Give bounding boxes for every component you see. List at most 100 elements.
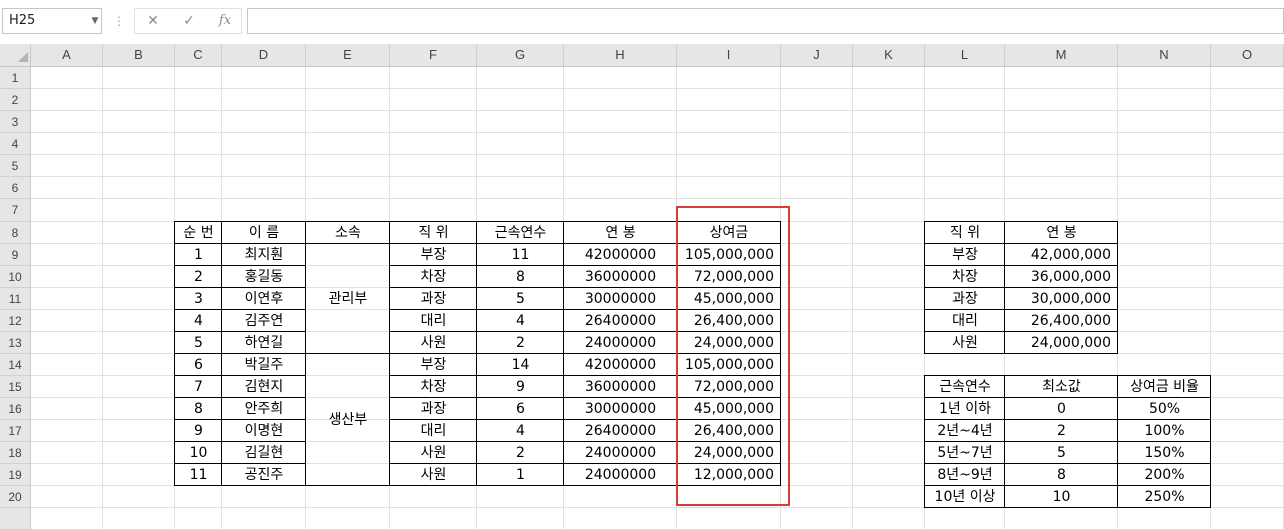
salary-table-cell-position[interactable]: 대리 [925, 310, 1005, 332]
main-table-cell-salary[interactable]: 30000000 [564, 288, 677, 310]
bonus-table-cell-min[interactable]: 5 [1005, 442, 1118, 464]
row-header-19[interactable]: 19 [0, 464, 31, 486]
main-table-header[interactable]: 직 위 [390, 222, 477, 244]
bonus-table-cell-years[interactable]: 1년 이하 [925, 398, 1005, 420]
main-table-cell-no[interactable]: 6 [175, 354, 222, 376]
column-header-j[interactable]: J [781, 44, 853, 66]
salary-table-cell-salary[interactable]: 26,400,000 [1005, 310, 1118, 332]
row-header-10[interactable]: 10 [0, 266, 31, 288]
main-table-cell-salary[interactable]: 42000000 [564, 244, 677, 266]
bonus-table-cell-min[interactable]: 2 [1005, 420, 1118, 442]
main-table-cell-no[interactable]: 1 [175, 244, 222, 266]
row-header-5[interactable]: 5 [0, 155, 31, 177]
salary-table-cell-position[interactable]: 사원 [925, 332, 1005, 354]
row-header-20[interactable]: 20 [0, 486, 31, 508]
bonus-table-cell-years[interactable]: 10년 이상 [925, 486, 1005, 508]
main-table-cell-salary[interactable]: 24000000 [564, 464, 677, 486]
formula-input[interactable] [247, 8, 1284, 34]
main-table-cell-position[interactable]: 과장 [390, 288, 477, 310]
column-header-o[interactable]: O [1211, 44, 1284, 66]
main-table-cell-no[interactable]: 4 [175, 310, 222, 332]
salary-table-cell-position[interactable]: 부장 [925, 244, 1005, 266]
cancel-icon[interactable]: ✕ [141, 9, 165, 33]
column-header-k[interactable]: K [853, 44, 925, 66]
main-table-cell-no[interactable]: 9 [175, 420, 222, 442]
main-table-cell-name[interactable]: 김길현 [222, 442, 306, 464]
salary-table-cell-salary[interactable]: 42,000,000 [1005, 244, 1118, 266]
bonus-table-cell-min[interactable]: 0 [1005, 398, 1118, 420]
main-table-cell-years[interactable]: 9 [477, 376, 564, 398]
row-header-partial[interactable] [0, 508, 31, 530]
main-table-cell-years[interactable]: 6 [477, 398, 564, 420]
main-table-cell-years[interactable]: 2 [477, 442, 564, 464]
bonus-table-cell-rate[interactable]: 150% [1118, 442, 1211, 464]
main-table-cell-no[interactable]: 11 [175, 464, 222, 486]
bonus-table-cell-min[interactable]: 10 [1005, 486, 1118, 508]
column-header-e[interactable]: E [306, 44, 390, 66]
main-table-cell-position[interactable]: 차장 [390, 376, 477, 398]
main-table-cell-years[interactable]: 4 [477, 310, 564, 332]
bonus-table-cell-rate[interactable]: 200% [1118, 464, 1211, 486]
row-header-3[interactable]: 3 [0, 111, 31, 133]
main-table-cell-salary[interactable]: 42000000 [564, 354, 677, 376]
column-header-i[interactable]: I [677, 44, 781, 66]
main-table-cell-position[interactable]: 사원 [390, 464, 477, 486]
main-table-cell-name[interactable]: 이연후 [222, 288, 306, 310]
name-box-dropdown-icon[interactable]: ▼ [88, 8, 102, 34]
main-table-cell-name[interactable]: 홍길동 [222, 266, 306, 288]
enter-icon[interactable]: ✓ [177, 9, 201, 33]
name-box[interactable]: H25 [2, 8, 102, 34]
bonus-table-cell-rate[interactable]: 100% [1118, 420, 1211, 442]
row-header-15[interactable]: 15 [0, 376, 31, 398]
main-table-header[interactable]: 소속 [306, 222, 390, 244]
salary-table-cell-position[interactable]: 과장 [925, 288, 1005, 310]
row-header-14[interactable]: 14 [0, 354, 31, 376]
bonus-table-cell-rate[interactable]: 50% [1118, 398, 1211, 420]
column-header-n[interactable]: N [1118, 44, 1211, 66]
main-table-cell-position[interactable]: 대리 [390, 310, 477, 332]
main-table-cell-salary[interactable]: 24000000 [564, 332, 677, 354]
column-header-g[interactable]: G [477, 44, 564, 66]
main-table-cell-name[interactable]: 박길주 [222, 354, 306, 376]
main-table-cell-years[interactable]: 4 [477, 420, 564, 442]
salary-table-header[interactable]: 직 위 [925, 222, 1005, 244]
main-table-cell-salary[interactable]: 36000000 [564, 266, 677, 288]
bonus-table-cell-years[interactable]: 2년~4년 [925, 420, 1005, 442]
column-header-m[interactable]: M [1005, 44, 1118, 66]
bonus-table-header[interactable]: 근속연수 [925, 376, 1005, 398]
row-header-11[interactable]: 11 [0, 288, 31, 310]
main-table-cell-name[interactable]: 김주연 [222, 310, 306, 332]
main-table-cell-years[interactable]: 1 [477, 464, 564, 486]
main-table-cell-position[interactable]: 부장 [390, 244, 477, 266]
main-table-cell-position[interactable]: 사원 [390, 332, 477, 354]
main-table-cell-name[interactable]: 공진주 [222, 464, 306, 486]
main-table-header[interactable]: 근속연수 [477, 222, 564, 244]
main-table-cell-salary[interactable]: 36000000 [564, 376, 677, 398]
main-table-cell-no[interactable]: 8 [175, 398, 222, 420]
main-table-cell-no[interactable]: 10 [175, 442, 222, 464]
column-header-l[interactable]: L [925, 44, 1005, 66]
main-table-cell-salary[interactable]: 26400000 [564, 420, 677, 442]
main-table-cell-years[interactable]: 5 [477, 288, 564, 310]
main-table-cell-years[interactable]: 2 [477, 332, 564, 354]
row-header-2[interactable]: 2 [0, 89, 31, 111]
more-options-icon[interactable]: ⋮ [113, 8, 125, 34]
department-cell[interactable]: 생산부 [306, 354, 390, 486]
bonus-table-cell-min[interactable]: 8 [1005, 464, 1118, 486]
row-header-1[interactable]: 1 [0, 67, 31, 89]
bonus-table-header[interactable]: 최소값 [1005, 376, 1118, 398]
row-header-8[interactable]: 8 [0, 222, 31, 244]
main-table-header[interactable]: 순 번 [175, 222, 222, 244]
column-header-h[interactable]: H [564, 44, 677, 66]
column-header-c[interactable]: C [175, 44, 222, 66]
row-header-6[interactable]: 6 [0, 177, 31, 199]
row-header-18[interactable]: 18 [0, 442, 31, 464]
main-table-cell-name[interactable]: 안주희 [222, 398, 306, 420]
main-table-cell-no[interactable]: 5 [175, 332, 222, 354]
column-header-b[interactable]: B [103, 44, 175, 66]
column-header-d[interactable]: D [222, 44, 306, 66]
main-table-header[interactable]: 연 봉 [564, 222, 677, 244]
main-table-cell-no[interactable]: 2 [175, 266, 222, 288]
main-table-cell-years[interactable]: 11 [477, 244, 564, 266]
main-table-cell-name[interactable]: 이명현 [222, 420, 306, 442]
